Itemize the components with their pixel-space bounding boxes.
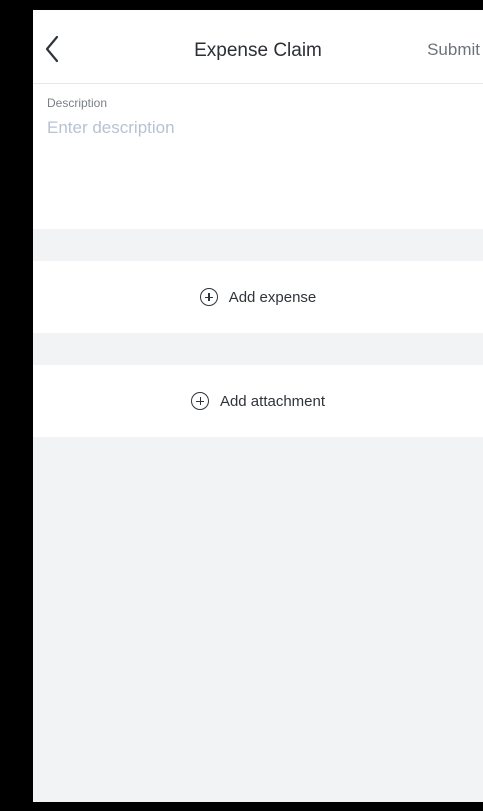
page-title: Expense Claim	[194, 40, 322, 61]
add-attachment-button[interactable]: Add attachment	[33, 365, 483, 437]
add-expense-label: Add expense	[228, 288, 317, 306]
navigation-bar: Expense Claim Submit	[33, 10, 483, 84]
plus-circle-icon	[199, 288, 218, 306]
expense-claim-screen: Expense Claim Submit Description Add exp…	[33, 10, 483, 802]
back-button[interactable]	[37, 32, 67, 66]
add-attachment-label: Add attachment	[219, 392, 326, 410]
description-label: Description	[47, 96, 108, 110]
add-expense-button[interactable]: Add expense	[33, 261, 483, 333]
submit-button[interactable]: Submit	[427, 40, 480, 60]
chevron-left-icon	[45, 35, 59, 63]
device-frame: Expense Claim Submit Description Add exp…	[0, 0, 483, 811]
plus-circle-icon	[190, 392, 209, 410]
description-input[interactable]	[45, 116, 469, 220]
description-section: Description	[33, 84, 483, 229]
